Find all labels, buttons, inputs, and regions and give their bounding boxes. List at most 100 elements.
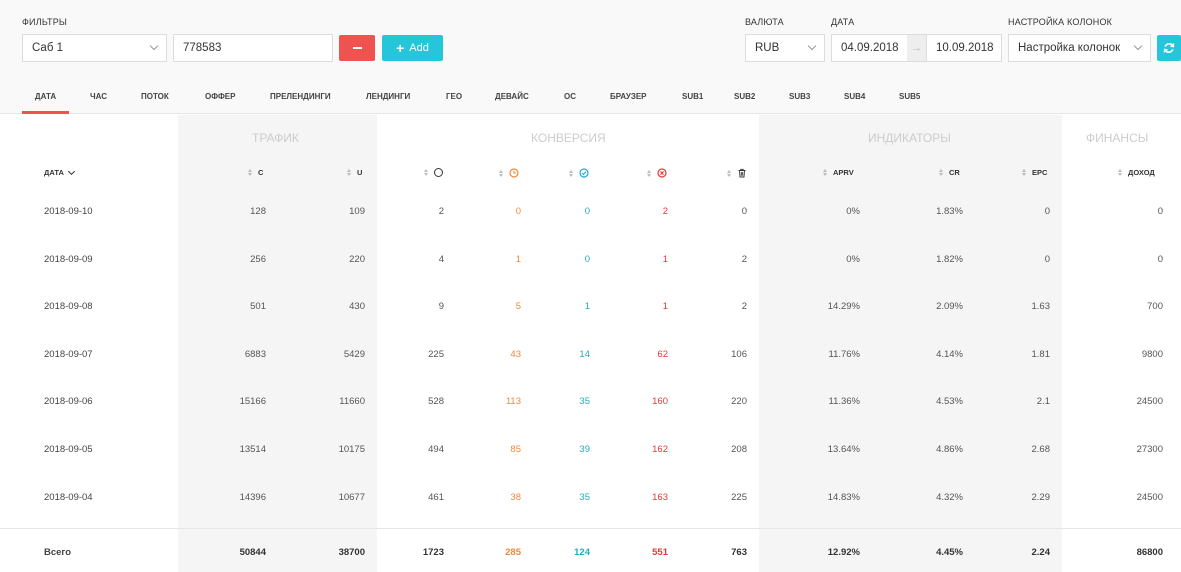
- date-from-input[interactable]: 04.09.2018: [831, 34, 908, 62]
- filter-value-input[interactable]: 778583: [173, 34, 333, 62]
- row-epc: 0: [1044, 253, 1050, 265]
- sort-icon: [424, 169, 428, 176]
- total-circle-icon: [434, 168, 443, 177]
- row-u: 220: [349, 253, 365, 265]
- header-date-label: ДАТА: [44, 168, 64, 177]
- tab-browser[interactable]: БРАУЗЕР: [610, 82, 647, 114]
- row-date: 2018-09-04: [44, 491, 93, 503]
- row-approved: 39: [579, 444, 590, 455]
- chevron-down-icon: [807, 41, 817, 51]
- tab-flow[interactable]: ПОТОК: [141, 82, 169, 114]
- currency-value: RUB: [755, 42, 780, 54]
- row-approved: 1: [584, 301, 590, 313]
- column-header-income[interactable]: ДОХОД: [1118, 168, 1155, 177]
- remove-filter-button[interactable]: [339, 35, 375, 61]
- row-income: 24500: [1136, 396, 1163, 408]
- totals-divider: [0, 528, 1181, 529]
- sort-icon: [939, 169, 943, 176]
- tab-date[interactable]: ДАТА: [22, 82, 69, 114]
- row-aprv: 0%: [846, 206, 860, 217]
- filter-value-text: 778583: [183, 42, 222, 54]
- row-pending: 1: [515, 253, 521, 265]
- row-cr: 1.83%: [936, 206, 963, 217]
- currency-select[interactable]: RUB: [745, 34, 825, 62]
- column-header-cr[interactable]: CR: [939, 168, 960, 177]
- sort-icon: [569, 169, 573, 177]
- row-trash: 2: [741, 253, 747, 265]
- row-u: 430: [349, 301, 365, 313]
- chevron-down-icon: [67, 167, 75, 175]
- tab-os[interactable]: ОС: [564, 82, 576, 114]
- row-date: 2018-09-10: [44, 206, 93, 217]
- totals-income: 86800: [1136, 547, 1163, 558]
- tab-hour[interactable]: ЧАС: [90, 82, 107, 114]
- row-aprv: 11.76%: [828, 348, 860, 360]
- minus-icon: [352, 47, 362, 49]
- row-total: 225: [428, 348, 444, 360]
- header-u-label: U: [357, 168, 363, 177]
- totals-c: 50844: [239, 547, 266, 558]
- tab-geo[interactable]: ГЕО: [446, 82, 462, 114]
- column-header-trash[interactable]: [727, 168, 747, 178]
- totals-aprv: 12.92%: [827, 547, 860, 558]
- row-aprv: 14.29%: [827, 301, 860, 313]
- sort-icon: [647, 169, 651, 177]
- totals-u: 38700: [338, 547, 365, 558]
- trash-icon: [738, 168, 746, 178]
- header-epc-label: EPC: [1032, 168, 1048, 177]
- tab-offer[interactable]: ОФФЕР: [205, 82, 235, 114]
- row-date: 2018-09-05: [44, 444, 93, 455]
- tab-sub3[interactable]: SUB3: [789, 82, 810, 114]
- row-pending: 0: [515, 206, 521, 217]
- column-header-approved[interactable]: [569, 168, 589, 178]
- column-header-total-conversions[interactable]: [424, 168, 443, 177]
- column-header-uniques[interactable]: U: [347, 168, 362, 177]
- column-header-pending[interactable]: [499, 168, 519, 178]
- column-header-epc[interactable]: EPC: [1022, 168, 1047, 177]
- header-cr-label: CR: [949, 168, 960, 177]
- add-filter-button[interactable]: + Add: [382, 35, 443, 61]
- row-trash: 225: [731, 491, 747, 503]
- row-cr: 4.86%: [936, 444, 963, 455]
- row-income: 24500: [1136, 491, 1163, 503]
- approved-check-icon: [579, 168, 589, 178]
- sort-icon: [727, 169, 731, 177]
- pending-clock-icon: [509, 168, 519, 178]
- column-header-date[interactable]: ДАТА: [44, 167, 75, 177]
- row-rejected: 1: [662, 301, 668, 313]
- date-to-input[interactable]: 10.09.2018: [926, 34, 1002, 62]
- row-epc: 1.63: [1031, 301, 1051, 313]
- row-aprv: 11.36%: [828, 396, 860, 408]
- row-income: 0: [1157, 206, 1163, 217]
- row-u: 109: [349, 206, 365, 217]
- row-epc: 2.1: [1036, 396, 1050, 408]
- tab-device[interactable]: ДЕВАЙС: [495, 82, 529, 114]
- row-cr: 1.82%: [936, 253, 963, 265]
- date-to-value: 10.09.2018: [936, 42, 994, 54]
- filter-type-select[interactable]: Саб 1: [22, 34, 167, 62]
- column-header-aprv[interactable]: APRV: [823, 168, 854, 177]
- tab-sub4[interactable]: SUB4: [844, 82, 865, 114]
- tab-sub5[interactable]: SUB5: [899, 82, 920, 114]
- tab-sub2[interactable]: SUB2: [734, 82, 755, 114]
- row-u: 10175: [338, 444, 365, 455]
- row-pending: 5: [515, 301, 521, 313]
- tab-sub1[interactable]: SUB1: [682, 82, 703, 114]
- row-trash: 220: [731, 396, 747, 408]
- refresh-button[interactable]: [1157, 35, 1181, 61]
- row-total: 4: [438, 253, 444, 265]
- currency-label: ВАЛЮТА: [745, 17, 784, 27]
- column-header-rejected[interactable]: [647, 168, 667, 178]
- column-header-clicks[interactable]: C: [248, 168, 263, 177]
- tab-landings[interactable]: ЛЕНДИНГИ: [366, 82, 410, 114]
- tab-prelandings[interactable]: ПРЕЛЕНДИНГИ: [270, 82, 331, 114]
- row-date: 2018-09-06: [44, 396, 93, 408]
- row-approved: 35: [579, 396, 590, 408]
- group-conversion: КОНВЕРСИЯ: [531, 131, 606, 145]
- columns-setting-select[interactable]: Настройка колонок: [1008, 34, 1151, 62]
- row-epc: 0: [1044, 206, 1050, 217]
- group-finance: ФИНАНСЫ: [1086, 131, 1149, 145]
- header-c-label: C: [258, 168, 264, 177]
- row-date: 2018-09-07: [44, 348, 93, 360]
- row-pending: 85: [510, 444, 521, 455]
